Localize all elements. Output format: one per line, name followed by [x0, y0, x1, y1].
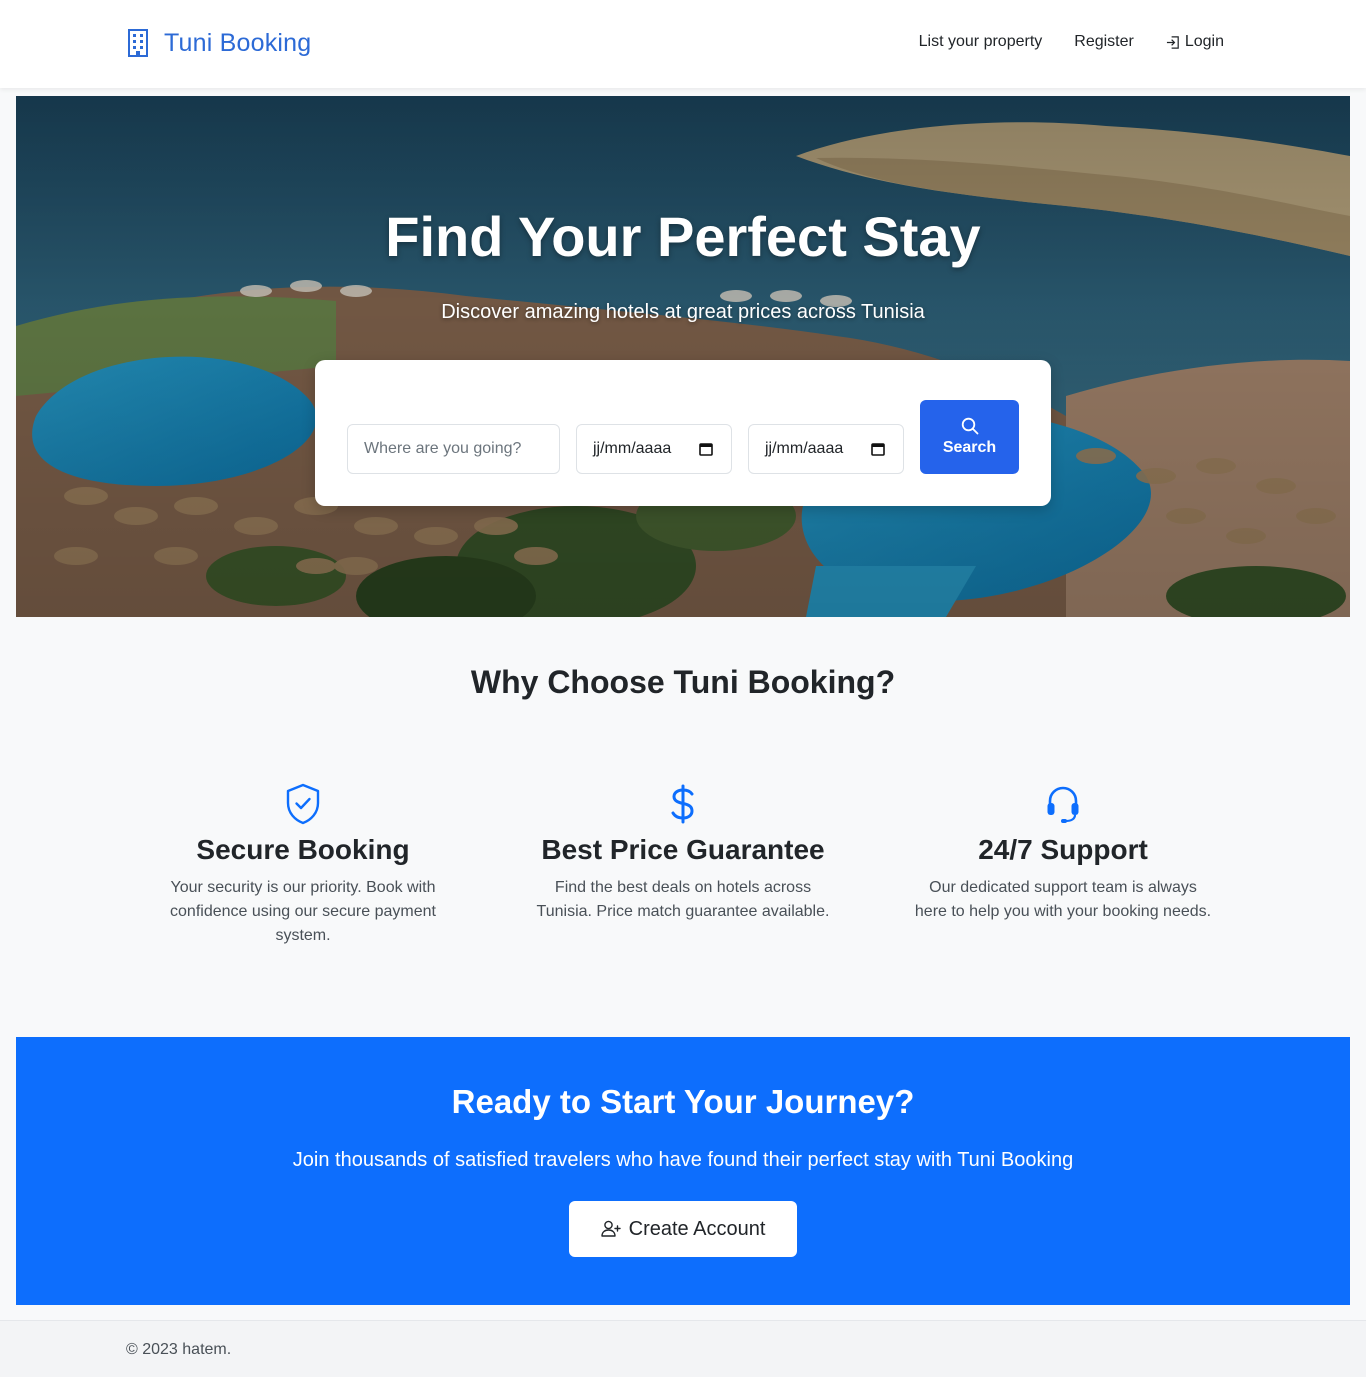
feature-text: Your security is our priority. Book with…: [170, 879, 436, 944]
headset-icon: [1047, 786, 1079, 823]
checkout-date-value: jj/mm/aaaa: [765, 440, 844, 457]
feature-support: 24/7 Support Our dedicated support team …: [913, 782, 1213, 924]
checkin-date-field[interactable]: jj/mm/aaaa: [576, 424, 732, 474]
brand-link[interactable]: Tuni Booking: [126, 28, 311, 58]
search-button[interactable]: Search: [920, 400, 1019, 474]
cta-title: Ready to Start Your Journey?: [451, 1083, 915, 1120]
create-account-button[interactable]: Create Account: [569, 1201, 797, 1257]
footer-copyright: © 2023 hatem.: [126, 1341, 232, 1358]
nav-links: List your property Register Login: [887, 33, 1224, 51]
search-icon: [961, 417, 978, 435]
feature-text: Our dedicated support team is always her…: [914, 879, 1212, 920]
dollar-icon: [671, 784, 694, 824]
hero-subtitle: Discover amazing hotels at great prices …: [441, 301, 925, 323]
feature-secure-booking: Secure Booking Your security is our prio…: [153, 782, 453, 948]
login-icon: [1166, 35, 1179, 49]
hero-section: Find Your Perfect Stay Discover amazing …: [16, 96, 1350, 617]
cta-text: Join thousands of satisfied travelers wh…: [292, 1149, 1074, 1171]
features-title: Why Choose Tuni Booking?: [470, 664, 896, 700]
calendar-icon[interactable]: [871, 442, 885, 456]
feature-best-price: Best Price Guarantee Find the best deals…: [533, 782, 833, 924]
checkin-date-value: jj/mm/aaaa: [593, 440, 672, 457]
register-link[interactable]: Register: [1074, 33, 1134, 51]
feature-text: Find the best deals on hotels across Tun…: [536, 879, 830, 920]
person-add-icon: [600, 1220, 621, 1237]
feature-title: Secure Booking: [196, 834, 410, 865]
create-account-label: Create Account: [628, 1217, 766, 1240]
feature-title: Best Price Guarantee: [541, 834, 825, 865]
building-icon: [128, 29, 148, 57]
login-link[interactable]: Login: [1166, 33, 1224, 51]
feature-title: 24/7 Support: [978, 834, 1148, 865]
search-form: jj/mm/aaaa jj/mm/aaaa Search: [315, 360, 1051, 506]
shield-check-icon: [286, 783, 320, 825]
footer: © 2023 hatem.: [0, 1320, 1366, 1377]
search-button-label: Search: [942, 439, 997, 456]
destination-field[interactable]: [347, 424, 560, 474]
destination-input[interactable]: [364, 440, 559, 458]
list-property-link[interactable]: List your property: [919, 33, 1043, 51]
calendar-icon[interactable]: [699, 442, 713, 456]
login-label: Login: [1184, 33, 1224, 50]
cta-section: Ready to Start Your Journey? Join thousa…: [16, 1037, 1350, 1305]
navbar: Tuni Booking List your property Register…: [0, 0, 1366, 88]
hero-title: Find Your Perfect Stay: [385, 205, 981, 268]
checkout-date-field[interactable]: jj/mm/aaaa: [748, 424, 904, 474]
hero-overlay: [16, 96, 1350, 617]
brand-name: Tuni Booking: [164, 28, 312, 57]
